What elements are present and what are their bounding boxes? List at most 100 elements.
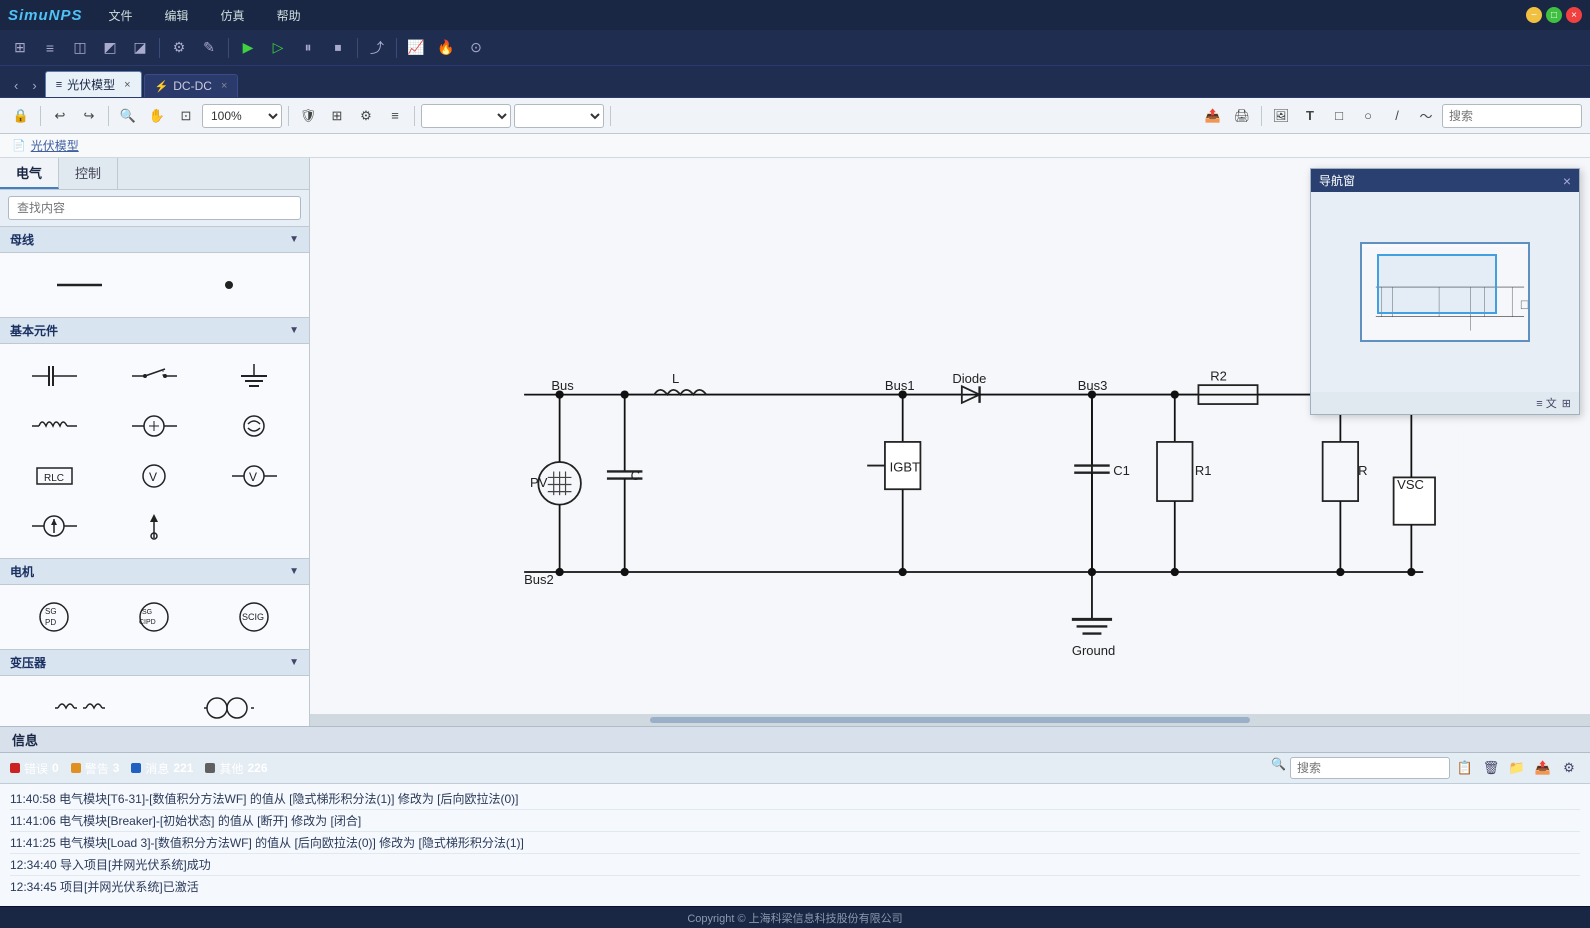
toolbar-open-btn[interactable]: ◩ xyxy=(96,34,124,62)
badge-warn[interactable]: 警告 3 xyxy=(71,760,120,777)
info-folder-btn[interactable]: 📁 xyxy=(1506,757,1528,779)
comp-csource[interactable] xyxy=(10,506,100,546)
toolbar-new-btn[interactable]: ◫ xyxy=(66,34,94,62)
toolbar-pause-btn[interactable]: ⏸ xyxy=(294,34,322,62)
toolbar-grid-btn[interactable]: ⊞ xyxy=(6,34,34,62)
h-scrollbar[interactable] xyxy=(310,714,1590,726)
menu-edit[interactable]: 编辑 xyxy=(159,5,195,26)
print-btn[interactable]: 🖨 xyxy=(1229,103,1255,129)
comp-source[interactable] xyxy=(110,406,200,446)
toolbar-stop-btn[interactable]: ⏹ xyxy=(324,34,352,62)
menu-sim[interactable]: 仿真 xyxy=(215,5,251,26)
tab-forward-btn[interactable]: › xyxy=(26,74,42,97)
redo-btn[interactable]: ↪ xyxy=(76,103,102,129)
comp-transformer2[interactable] xyxy=(160,688,300,726)
toolbar-list-btn[interactable]: ≡ xyxy=(36,34,64,62)
comp-sg-pd[interactable]: SG PD xyxy=(10,597,100,637)
nav-fit-btn[interactable]: ≡ 文 xyxy=(1536,395,1556,411)
box-btn[interactable]: ⊞ xyxy=(324,103,350,129)
tab-back-btn[interactable]: ‹ xyxy=(8,74,24,97)
nav-zoom-btn[interactable]: ⊞ xyxy=(1562,397,1571,410)
toolbar-save-btn[interactable]: ◪ xyxy=(126,34,154,62)
tab-pv[interactable]: ≡ 光伏模型 × xyxy=(45,71,142,97)
toolbar-circle-btn[interactable]: ⊙ xyxy=(462,34,490,62)
fit-btn[interactable]: ⊡ xyxy=(173,103,199,129)
component-search-input[interactable] xyxy=(8,196,301,220)
shield-btn[interactable]: 🛡 xyxy=(295,103,321,129)
section-transformer-header[interactable]: 变压器 ▼ xyxy=(0,649,309,676)
layers-btn[interactable]: ≡ xyxy=(382,103,408,129)
comp-node[interactable] xyxy=(160,265,300,305)
tab-dcdc[interactable]: ⚡ DC-DC × xyxy=(144,74,239,97)
comp-scig[interactable]: SCIG xyxy=(209,597,299,637)
comp-inductor[interactable] xyxy=(10,406,100,446)
statusbar: Copyright © 上海科梁信息科技股份有限公司 xyxy=(0,906,1590,928)
toolbar-monitor-btn[interactable]: ⤴ xyxy=(363,34,391,62)
section-motor-header[interactable]: 电机 ▼ xyxy=(0,558,309,585)
rect-btn[interactable]: □ xyxy=(1326,103,1352,129)
svg-text:C: C xyxy=(631,468,640,483)
toolbar-fire-btn[interactable]: 🔥 xyxy=(432,34,460,62)
menu-help[interactable]: 帮助 xyxy=(271,5,307,26)
toolbar-steprun-btn[interactable]: ▷ xyxy=(264,34,292,62)
canvas-area[interactable]: PV C L xyxy=(310,158,1590,726)
section-basic-header[interactable]: 基本元件 ▼ xyxy=(0,317,309,344)
h-scrollbar-thumb[interactable] xyxy=(650,717,1250,723)
nav-viewport[interactable] xyxy=(1377,254,1497,314)
comp-capacitor[interactable] xyxy=(10,356,100,396)
canvas-search-input[interactable] xyxy=(1442,104,1582,128)
comp-busbar[interactable] xyxy=(10,265,150,305)
pan-btn[interactable]: ✋ xyxy=(144,103,170,129)
text-btn[interactable]: T xyxy=(1297,103,1323,129)
info-copy-btn[interactable]: 📋 xyxy=(1454,757,1476,779)
maximize-button[interactable]: □ xyxy=(1546,7,1562,23)
tab-control[interactable]: 控制 xyxy=(59,158,118,189)
info-export-btn[interactable]: 📤 xyxy=(1532,757,1554,779)
gear-btn[interactable]: ⚙ xyxy=(353,103,379,129)
comp-uparrow[interactable] xyxy=(110,506,200,546)
zoom-in-btn[interactable]: 🔍 xyxy=(115,103,141,129)
comp-voltmeter[interactable]: V xyxy=(110,456,200,496)
canvas-sep5 xyxy=(610,106,611,126)
nav-window-close[interactable]: × xyxy=(1563,173,1571,189)
image-btn[interactable]: 🖼 xyxy=(1268,103,1294,129)
breadcrumb-path[interactable]: 光伏模型 xyxy=(31,137,79,154)
badge-info[interactable]: 消息 221 xyxy=(131,760,193,777)
tab-pv-close[interactable]: × xyxy=(124,79,130,91)
toolbar-chart-btn[interactable]: 📈 xyxy=(402,34,430,62)
minimize-button[interactable]: − xyxy=(1526,7,1542,23)
section-busbar-header[interactable]: 母线 ▼ xyxy=(0,226,309,253)
menu-file[interactable]: 文件 xyxy=(103,5,139,26)
info-search-input[interactable] xyxy=(1290,757,1450,779)
comp-switch[interactable] xyxy=(110,356,200,396)
ellipse-btn[interactable]: ○ xyxy=(1355,103,1381,129)
tab-dcdc-close[interactable]: × xyxy=(221,80,227,92)
canvas-dropdown1[interactable] xyxy=(421,104,511,128)
zoom-select[interactable]: 100% 75% 50% 150% 200% xyxy=(202,104,282,128)
toolbar-edit-btn[interactable]: ✎ xyxy=(195,34,223,62)
info-dot xyxy=(131,763,141,773)
wave-btn[interactable]: 〜 xyxy=(1413,103,1439,129)
info-settings-btn[interactable]: ⚙ xyxy=(1558,757,1580,779)
transformer2-icon xyxy=(199,692,259,724)
comp-ground[interactable] xyxy=(209,356,299,396)
info-delete-btn[interactable]: 🗑 xyxy=(1480,757,1502,779)
close-button[interactable]: × xyxy=(1566,7,1582,23)
toolbar-settings-btn[interactable]: ⚙ xyxy=(165,34,193,62)
comp-transformer1[interactable] xyxy=(10,688,150,726)
line-btn[interactable]: / xyxy=(1384,103,1410,129)
comp-rotate[interactable] xyxy=(209,406,299,446)
canvas-dropdown2[interactable] xyxy=(514,104,604,128)
toolbar-run-btn[interactable]: ▶ xyxy=(234,34,262,62)
tab-electrical[interactable]: 电气 xyxy=(0,158,59,189)
lock-btn[interactable]: 🔒 xyxy=(8,103,34,129)
badge-error[interactable]: 错误 0 xyxy=(10,760,59,777)
svg-text:Ground: Ground xyxy=(1072,643,1115,658)
export-btn[interactable]: 📤 xyxy=(1200,103,1226,129)
comp-rlc[interactable]: RLC xyxy=(10,456,100,496)
comp-sg-cipd[interactable]: SG CIPD xyxy=(110,597,200,637)
comp-vsource[interactable]: V xyxy=(209,456,299,496)
badge-other[interactable]: 其他 226 xyxy=(205,760,267,777)
titlebar: SimuNPS 文件 编辑 仿真 帮助 − □ × xyxy=(0,0,1590,30)
undo-btn[interactable]: ↩ xyxy=(47,103,73,129)
